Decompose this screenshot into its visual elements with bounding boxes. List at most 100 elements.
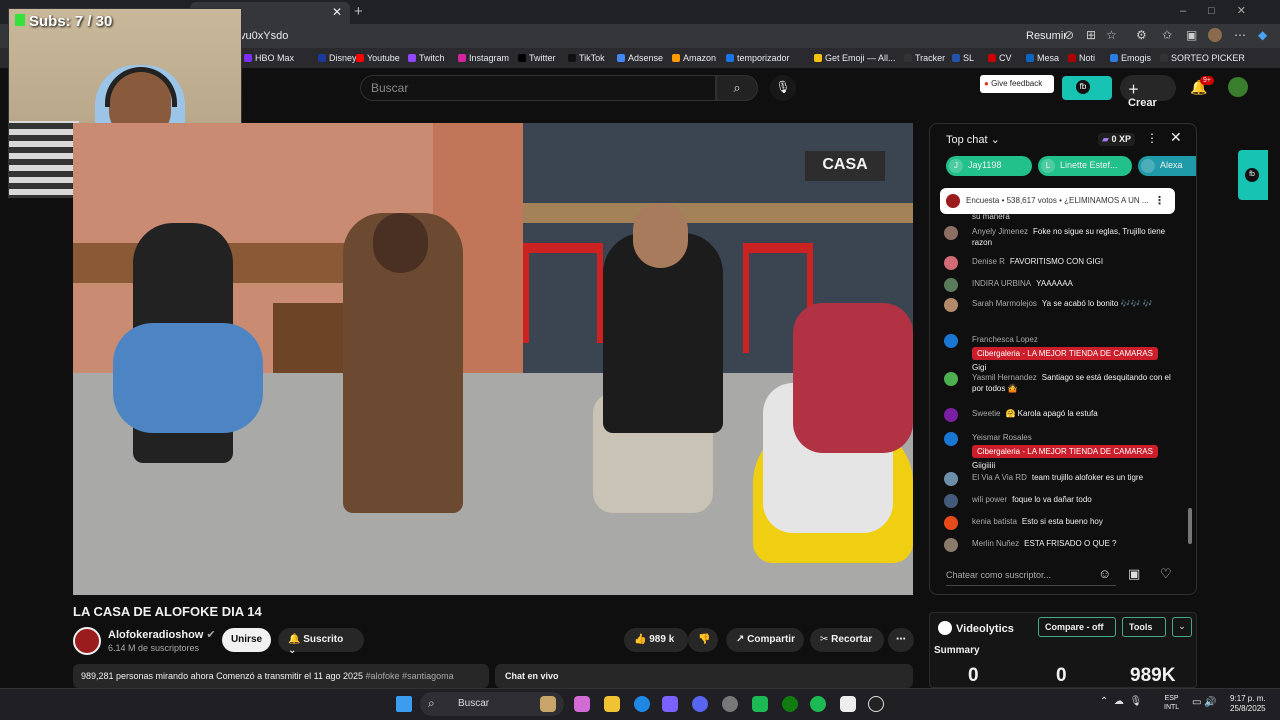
bookmark-item[interactable]: Instagram bbox=[458, 53, 509, 63]
chat-avatar[interactable] bbox=[944, 516, 958, 530]
channel-avatar[interactable] bbox=[73, 627, 101, 655]
dislike-button[interactable]: 👎 bbox=[688, 628, 718, 652]
clock[interactable]: 9:17 p. m. 25/8/2025 bbox=[1230, 694, 1266, 714]
system-tray[interactable]: ⌃ ☁ 🎙 bbox=[1100, 696, 1142, 707]
capcut-icon[interactable] bbox=[840, 696, 856, 712]
app-icon[interactable] bbox=[752, 696, 768, 712]
chat-avatar[interactable] bbox=[944, 494, 958, 508]
bookmark-item[interactable]: CV bbox=[988, 53, 1012, 63]
chat-message[interactable]: INDIRA URBINA YAAAAAA bbox=[944, 278, 1180, 292]
store-icon[interactable] bbox=[662, 696, 678, 712]
chat-message[interactable]: Denise R FAVORITISMO CON GIGI bbox=[944, 256, 1180, 270]
message-author[interactable]: Merlin Nuñez bbox=[972, 539, 1019, 548]
chat-menu-icon[interactable]: ⋮ bbox=[1146, 131, 1158, 145]
chat-message[interactable]: kenia batista Esto si esta bueno hoy bbox=[944, 516, 1180, 530]
chat-message[interactable]: Sarah Marmolejos Ya se acabó lo bonito 🎶🎶… bbox=[944, 298, 1180, 312]
message-author[interactable]: kenia batista bbox=[972, 517, 1017, 526]
chat-message[interactable]: Yasmil Hernandez Santiago se está desquit… bbox=[944, 372, 1180, 394]
copilot-app-icon[interactable] bbox=[574, 696, 590, 712]
super-chat-icon[interactable]: ▣ bbox=[1128, 566, 1140, 582]
bookmark-item[interactable]: Mesa bbox=[1026, 53, 1059, 63]
chat-avatar[interactable] bbox=[944, 372, 958, 386]
extension-button[interactable]: fb bbox=[1062, 76, 1112, 100]
chat-avatar[interactable] bbox=[944, 298, 958, 312]
apps-icon[interactable]: ⊞ bbox=[1086, 28, 1096, 42]
donor-chip[interactable]: L Linette Estef... bbox=[1038, 156, 1132, 176]
poll-banner[interactable]: Encuesta • 538,617 votos • ¿ELIMINAMOS A… bbox=[940, 188, 1175, 214]
bookmark-item[interactable]: Tracker bbox=[904, 53, 945, 63]
collections-icon[interactable]: ▣ bbox=[1186, 28, 1197, 42]
copilot-icon[interactable]: ◆ bbox=[1258, 28, 1267, 42]
bookmark-item[interactable]: Get Emoji — All... bbox=[814, 53, 896, 63]
chat-avatar[interactable] bbox=[944, 278, 958, 292]
clip-button[interactable]: ✂ Recortar bbox=[810, 628, 884, 652]
tools-dropdown[interactable]: Tools bbox=[1122, 617, 1166, 637]
chat-avatar[interactable] bbox=[944, 432, 958, 446]
message-author[interactable]: El Via A Via RD bbox=[972, 473, 1027, 482]
close-tab-icon[interactable]: ✕ bbox=[332, 5, 342, 19]
chat-message[interactable]: El Via A Via RD team trujillo alofoker es… bbox=[944, 472, 1180, 486]
bookmark-item[interactable]: Adsense bbox=[617, 53, 663, 63]
extensions-icon[interactable]: ⚙ bbox=[1136, 28, 1147, 42]
message-author[interactable]: Denise R bbox=[972, 257, 1005, 266]
search-icon[interactable]: ⌕ bbox=[716, 75, 758, 101]
chatgpt-icon[interactable] bbox=[868, 696, 884, 712]
chat-message[interactable]: Yeismar Rosales Cibergaleria - LA MEJOR T… bbox=[944, 432, 1180, 471]
resume-button[interactable]: Resumir bbox=[1026, 30, 1067, 42]
channel-name[interactable]: Alofokeradioshow ✔ bbox=[108, 628, 216, 641]
chat-avatar[interactable] bbox=[944, 226, 958, 240]
message-author[interactable]: wili power bbox=[972, 495, 1007, 504]
chat-message[interactable]: Merlin Nuñez ESTA FRISADO O QUE ? bbox=[944, 538, 1180, 552]
chat-message[interactable]: Sweetie 🤗 Karola apagó la estufa bbox=[944, 408, 1180, 422]
message-author[interactable]: Anyely Jimenez bbox=[972, 227, 1028, 236]
network-icon[interactable]: ▭ 🔊 bbox=[1192, 697, 1217, 708]
give-feedback-button[interactable]: ● Give feedback bbox=[980, 75, 1054, 93]
share-button[interactable]: ↗ Compartir bbox=[726, 628, 804, 652]
chat-scrollbar[interactable] bbox=[1188, 508, 1192, 544]
discord-icon[interactable] bbox=[692, 696, 708, 712]
start-icon[interactable] bbox=[396, 696, 412, 712]
chat-avatar[interactable] bbox=[944, 256, 958, 270]
bookmark-item[interactable]: Emogis bbox=[1110, 53, 1151, 63]
edge-icon[interactable] bbox=[634, 696, 650, 712]
chat-avatar[interactable] bbox=[944, 408, 958, 422]
bookmark-item[interactable]: Twitter bbox=[518, 53, 556, 63]
chat-input[interactable]: Chatear como suscriptor... bbox=[946, 564, 1116, 586]
donor-chip[interactable]: J Jay1198 bbox=[946, 156, 1032, 176]
bookmark-item[interactable]: Youtube bbox=[356, 53, 400, 63]
extension-side-tab[interactable]: fb bbox=[1238, 150, 1268, 200]
deer-icon[interactable] bbox=[540, 696, 556, 712]
search-input[interactable]: Buscar bbox=[360, 75, 716, 101]
chat-avatar[interactable] bbox=[944, 472, 958, 486]
chat-avatar[interactable] bbox=[944, 538, 958, 552]
chevron-down-icon[interactable]: ⌄ bbox=[1172, 617, 1192, 637]
chat-avatar[interactable] bbox=[944, 334, 958, 348]
top-chat-dropdown[interactable]: Top chat ⌄ bbox=[946, 133, 1000, 146]
chat-message[interactable]: wili power foque lo va dañar todo bbox=[944, 494, 1180, 508]
description-box[interactable]: 989,281 personas mirando ahora Comenzó a… bbox=[73, 664, 489, 688]
bookmark-item[interactable]: Amazon bbox=[672, 53, 716, 63]
star-icon[interactable]: ☆ bbox=[1106, 28, 1117, 42]
bookmark-item[interactable]: temporizador bbox=[726, 53, 790, 63]
spotify-icon[interactable] bbox=[810, 696, 826, 712]
language-indicator[interactable]: ESP INTL bbox=[1164, 694, 1179, 712]
message-author[interactable]: INDIRA URBINA bbox=[972, 279, 1031, 288]
microphone-icon[interactable]: 🎙 bbox=[770, 75, 796, 101]
chat-message[interactable]: Anyely Jimenez Foke no sigue su reglas, T… bbox=[944, 226, 1180, 248]
sponsor-banner[interactable]: Cibergaleria - LA MEJOR TIENDA DE CAMARA… bbox=[972, 445, 1158, 458]
chrome-icon[interactable] bbox=[722, 696, 738, 712]
message-author[interactable]: Franchesca Lopez bbox=[972, 335, 1038, 344]
chat-message[interactable]: Franchesca Lopez Cibergaleria - LA MEJOR … bbox=[944, 334, 1180, 373]
bookmark-item[interactable]: TikTok bbox=[568, 53, 605, 63]
new-tab-icon[interactable]: + bbox=[354, 3, 363, 20]
join-button[interactable]: Unirse bbox=[222, 628, 271, 652]
message-author[interactable]: Sweetie bbox=[972, 409, 1000, 418]
bookmark-item[interactable]: SORTEO PICKER bbox=[1160, 53, 1245, 63]
close-icon[interactable]: ✕ bbox=[1170, 129, 1182, 146]
profile-avatar[interactable] bbox=[1208, 28, 1222, 42]
subscribed-button[interactable]: 🔔 Suscrito ⌄ bbox=[278, 628, 364, 656]
window-controls[interactable]: –□✕ bbox=[1180, 4, 1268, 17]
message-author[interactable]: Yeismar Rosales bbox=[972, 433, 1032, 442]
xbox-icon[interactable] bbox=[782, 696, 798, 712]
favorites-icon[interactable]: ✩ bbox=[1162, 28, 1172, 42]
